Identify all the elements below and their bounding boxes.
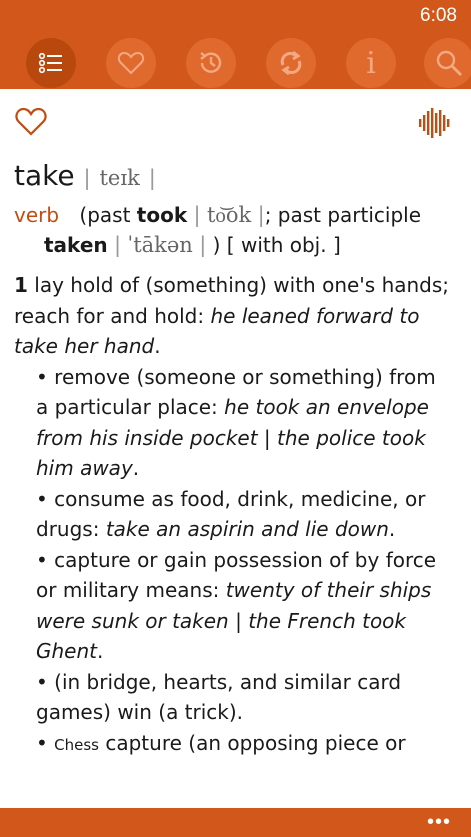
- favorite-heart-icon[interactable]: [14, 105, 48, 139]
- subsense-example: take an aspirin and lie down: [105, 517, 389, 541]
- entry-actions: [0, 100, 471, 150]
- past-pronunciation: to͝ok: [206, 203, 252, 227]
- subsense-end: .: [388, 517, 396, 541]
- part-of-speech: verb: [14, 203, 60, 227]
- app-bar: •••: [0, 808, 471, 837]
- headword-line: take | teɪk |: [14, 158, 454, 196]
- pron-separator: |: [199, 233, 207, 257]
- past-participle-pronunciation: ˈtākən: [127, 233, 193, 257]
- info-icon: i: [366, 45, 376, 81]
- forms-suffix: ) [ with obj. ]: [212, 233, 341, 257]
- past-participle-form: taken: [44, 233, 108, 257]
- definition-content: take | teɪk | verb (past took | to͝ok |;…: [14, 158, 454, 760]
- pron-separator: |: [257, 203, 265, 227]
- subsense-text: • (in bridge, hearts, and similar card g…: [36, 669, 402, 725]
- pos-line: verb (past took | to͝ok |; past particip…: [14, 200, 454, 230]
- audio-icon[interactable]: [419, 108, 451, 138]
- history-icon: [200, 52, 222, 73]
- favorites-button[interactable]: [106, 38, 156, 88]
- history-button[interactable]: [186, 38, 236, 88]
- list-icon: [38, 52, 62, 74]
- past-participle-label: ; past participle: [264, 203, 422, 227]
- toolbar: i: [0, 33, 471, 89]
- subsense: • remove (someone or something) from a p…: [14, 362, 454, 484]
- subject-label: Chess: [54, 735, 99, 754]
- subsense-end: .: [132, 456, 140, 480]
- pronunciation: teɪk: [99, 166, 140, 190]
- subsense: • capture or gain possession of by force…: [14, 545, 454, 667]
- status-bar: 6:08: [0, 0, 471, 33]
- headword: take: [14, 159, 75, 192]
- subsense-text: capture (an opposing piece or: [105, 730, 406, 755]
- subsense: • Chess capture (an opposing piece or: [14, 728, 454, 761]
- pron-separator: |: [113, 233, 122, 257]
- pos-line-2: taken | ˈtākən | ) [ with obj. ]: [14, 230, 454, 260]
- refresh-icon: [280, 50, 302, 76]
- random-button[interactable]: [266, 38, 316, 88]
- list-button[interactable]: [26, 38, 76, 88]
- more-options-icon[interactable]: •••: [427, 812, 451, 832]
- sense-number: 1: [14, 273, 28, 297]
- subsense-end: .: [97, 639, 104, 663]
- pron-separator: |: [148, 166, 156, 190]
- pron-separator: |: [83, 166, 91, 190]
- heart-icon: [117, 51, 145, 75]
- sense-main: 1 lay hold of (something) with one's han…: [14, 270, 454, 362]
- info-button[interactable]: i: [346, 38, 396, 88]
- subsense: • (in bridge, hearts, and similar card g…: [14, 667, 454, 728]
- subsense-bullet: •: [36, 730, 48, 755]
- forms-prefix: (past: [79, 203, 131, 227]
- sense-example-end: .: [154, 334, 161, 358]
- pron-separator: |: [193, 203, 201, 227]
- search-icon: [436, 50, 463, 77]
- search-button[interactable]: [424, 38, 471, 88]
- subsense: • consume as food, drink, medicine, or d…: [14, 484, 454, 545]
- sense-1: 1 lay hold of (something) with one's han…: [14, 270, 454, 760]
- clock: 6:08: [420, 5, 457, 26]
- past-form: took: [136, 203, 188, 227]
